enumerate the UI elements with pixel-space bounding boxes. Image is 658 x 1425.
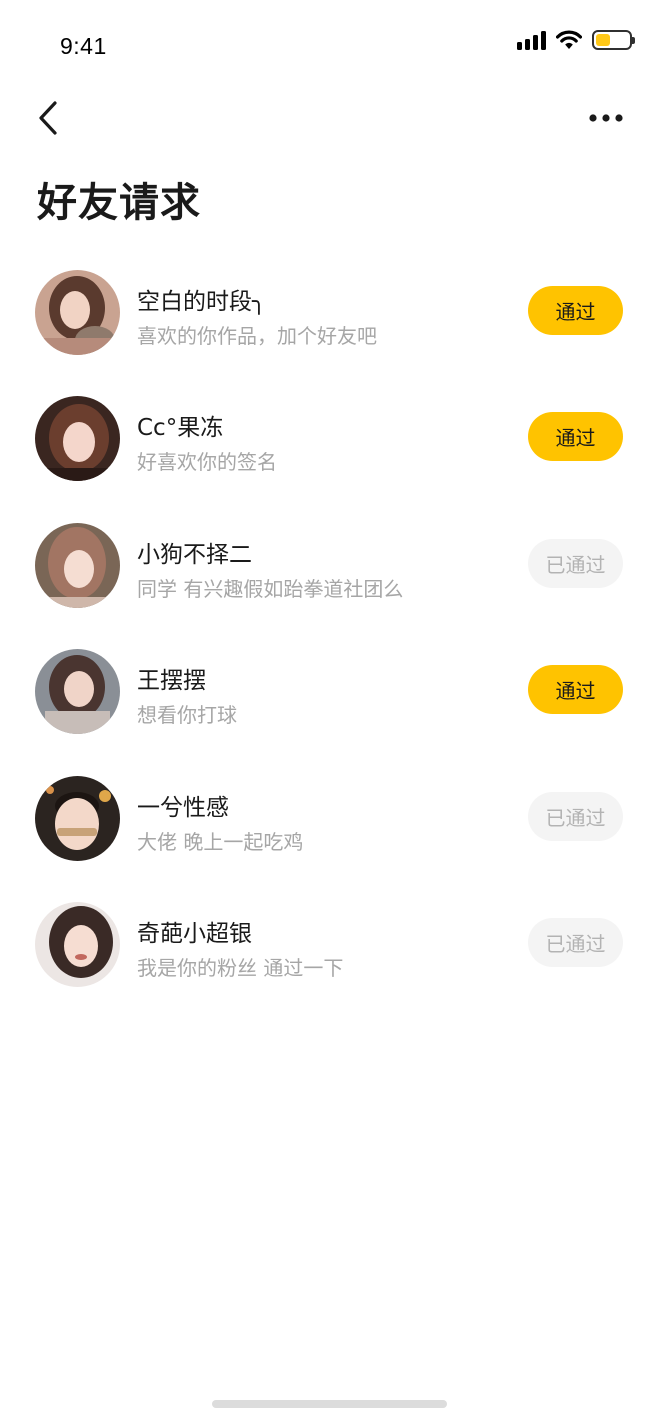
friend-request-item: 奇葩小超银 我是你的粉丝 通过一下 已通过	[0, 901, 658, 1028]
avatar[interactable]	[35, 396, 120, 482]
more-button[interactable]	[584, 100, 628, 136]
battery-fill	[596, 34, 611, 46]
request-message: 喜欢的你作品，加个好友吧	[137, 324, 377, 348]
request-message: 想看你打球	[137, 703, 237, 728]
friend-name: 小狗不择二	[137, 541, 252, 568]
friend-name: 王摆摆	[137, 668, 206, 695]
friend-request-item: 小狗不择二 同学 有兴趣假如跆拳道社团么 已通过	[0, 522, 658, 649]
approved-button[interactable]: 已通过	[528, 917, 623, 967]
friend-request-item: Cc°果冻 好喜欢你的签名 通过	[0, 396, 658, 522]
friend-request-item: 王摆摆 想看你打球 通过	[0, 649, 658, 775]
request-message: 大佬 晚上一起吃鸡	[137, 829, 304, 854]
approved-button[interactable]: 已通过	[528, 791, 623, 841]
status-bar: 9:41	[0, 0, 658, 90]
cellular-signal-icon	[517, 30, 546, 50]
home-indicator[interactable]	[212, 1400, 447, 1408]
chevron-left-icon	[39, 101, 57, 135]
page-title: 好友请求	[37, 180, 201, 226]
approved-button[interactable]: 已通过	[528, 538, 623, 588]
back-button[interactable]	[28, 96, 68, 140]
avatar[interactable]	[35, 775, 120, 861]
avatar[interactable]	[35, 522, 120, 608]
approve-button[interactable]: 通过	[528, 665, 623, 715]
battery-icon	[592, 30, 635, 50]
request-message: 我是你的粉丝 通过一下	[137, 955, 344, 980]
friend-name: Cc°果冻	[137, 415, 224, 442]
friend-name: 奇葩小超银	[137, 920, 252, 947]
request-message: 好喜欢你的签名	[137, 450, 277, 475]
approve-button[interactable]: 通过	[528, 286, 623, 335]
status-icons	[517, 30, 635, 50]
friend-name: 一兮性感	[137, 794, 229, 821]
avatar[interactable]	[35, 270, 120, 355]
avatar[interactable]	[35, 649, 120, 735]
wifi-icon	[556, 30, 582, 49]
avatar[interactable]	[35, 901, 120, 987]
friend-request-item: 一兮性感 大佬 晚上一起吃鸡 已通过	[0, 775, 658, 902]
request-message: 同学 有兴趣假如跆拳道社团么	[137, 576, 404, 601]
more-horizontal-icon	[589, 114, 623, 122]
status-time: 9:41	[60, 33, 107, 59]
nav-bar	[0, 90, 658, 150]
friend-request-item: 空白的时段╮ 喜欢的你作品，加个好友吧 通过	[0, 270, 658, 396]
approve-button[interactable]: 通过	[528, 412, 623, 462]
friend-request-list: 空白的时段╮ 喜欢的你作品，加个好友吧 通过 Cc°果冻 好喜欢你的签名 通过 …	[0, 270, 658, 1028]
friend-name: 空白的时段╮	[137, 289, 266, 315]
